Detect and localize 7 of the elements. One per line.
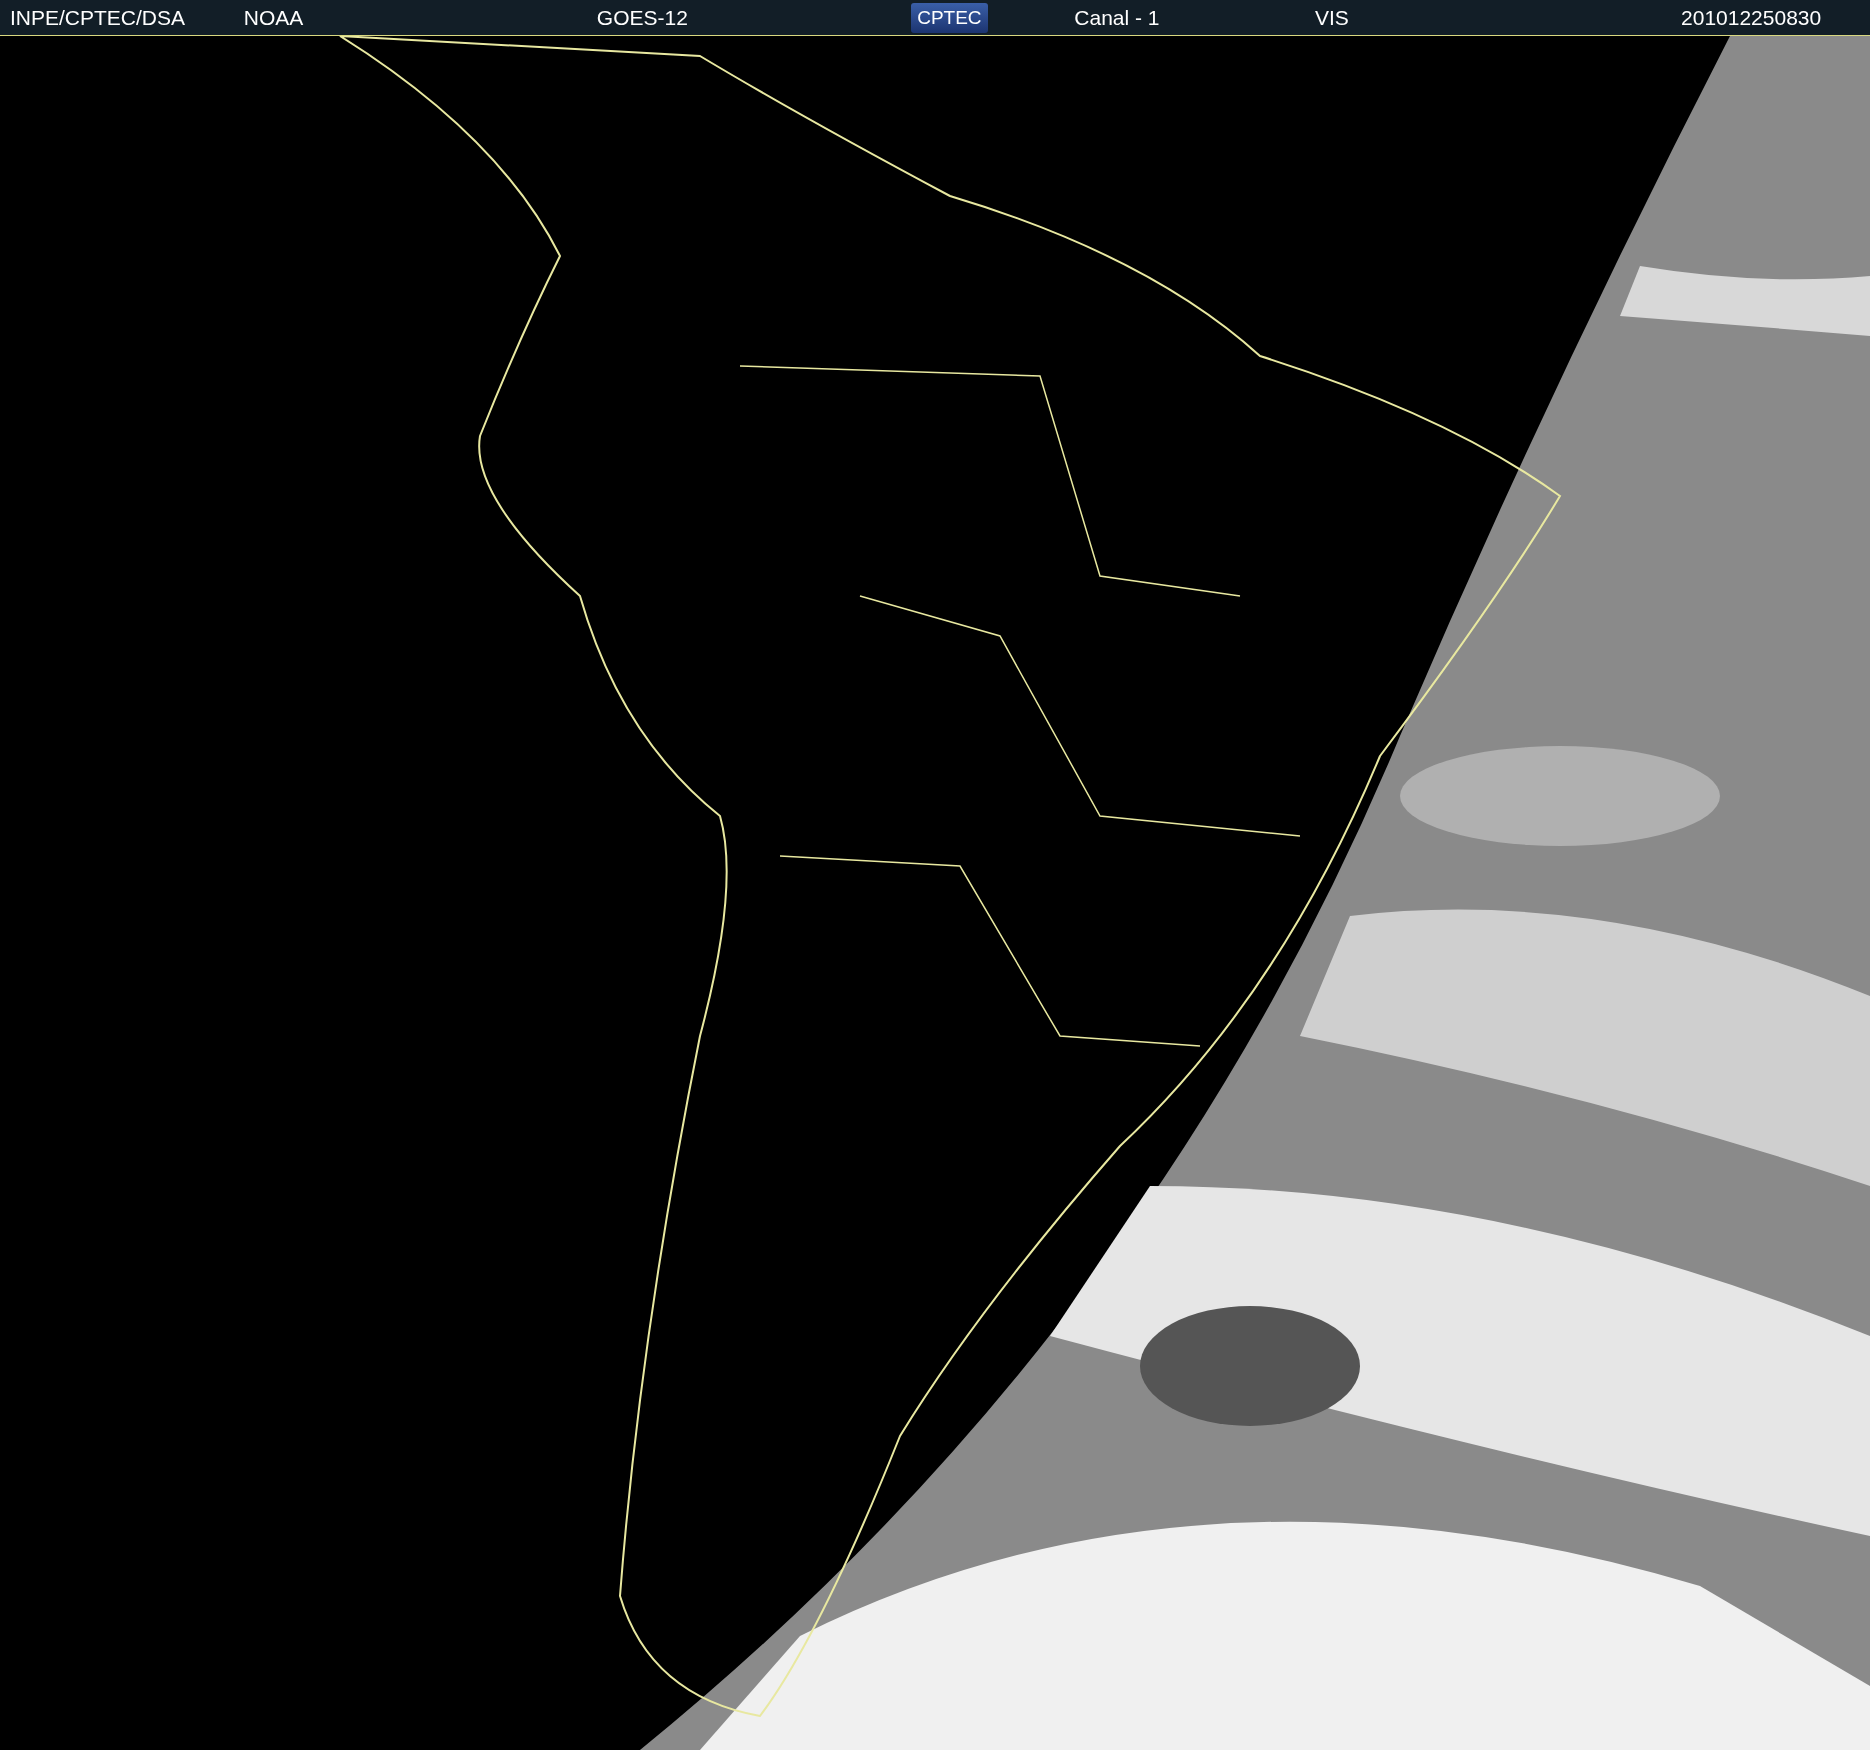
header-text: VIS	[1315, 5, 1349, 30]
header-text: INPE/CPTEC/DSA	[10, 5, 186, 30]
header-text: GOES-12	[596, 5, 688, 30]
header-text: Canal - 1	[1074, 5, 1160, 30]
header-text: 201012250830	[1681, 5, 1822, 30]
logo: CPTEC	[911, 2, 988, 33]
header-text: NOAA	[243, 5, 304, 30]
